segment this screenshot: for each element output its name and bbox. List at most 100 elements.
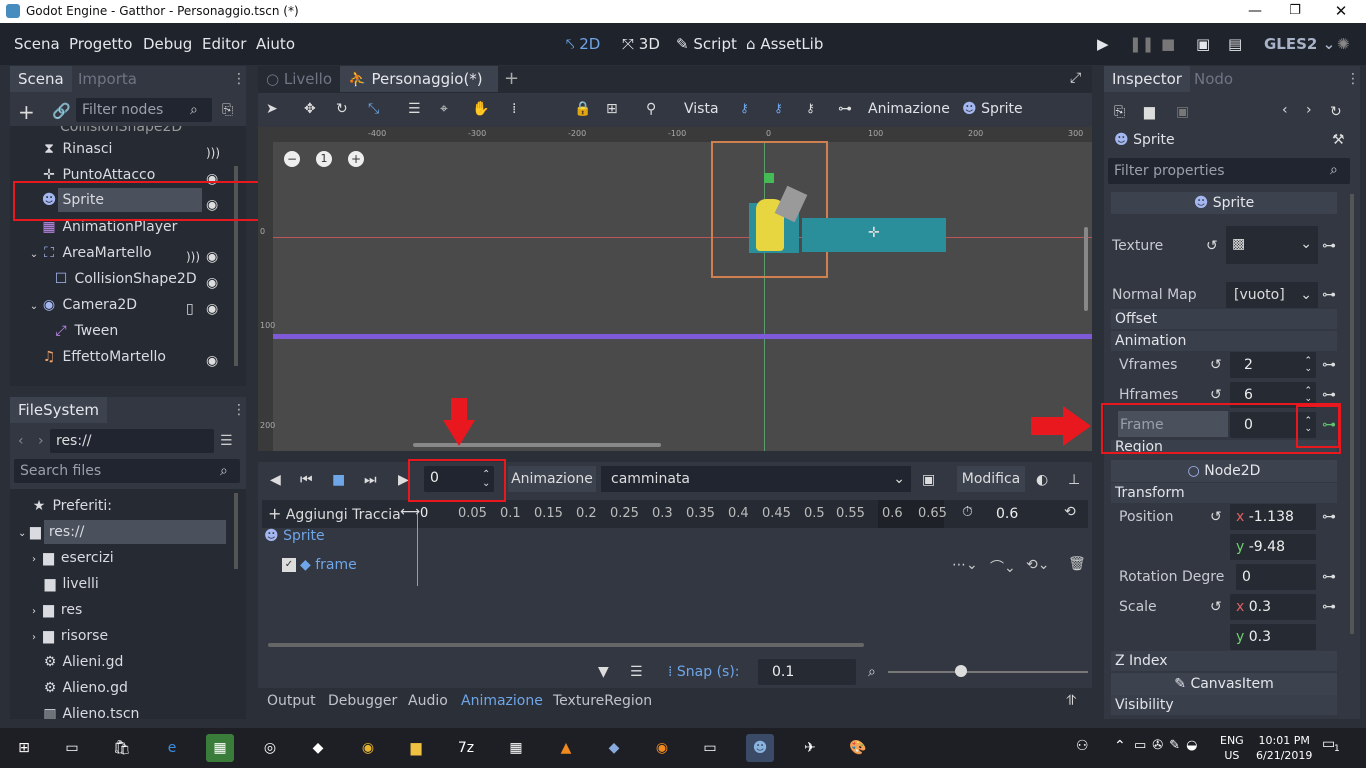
vlc-icon[interactable]: ▲ xyxy=(552,734,580,762)
key-scl-icon[interactable]: ⚷ xyxy=(806,101,815,115)
filter-properties-input[interactable]: Filter properties xyxy=(1108,158,1350,184)
inspector-scrollbar[interactable] xyxy=(1350,194,1354,634)
history-back-icon[interactable]: ‹ xyxy=(1282,102,1288,118)
snap-input[interactable]: 0.1 xyxy=(758,659,856,685)
animation-select[interactable]: camminata ⌄ xyxy=(601,466,911,492)
menu-debug[interactable]: Debug xyxy=(143,35,192,53)
key-icon[interactable]: ⊶ xyxy=(1322,599,1336,615)
offset-section[interactable]: Offset xyxy=(1111,309,1337,329)
edge-icon[interactable]: e xyxy=(158,734,186,762)
file-alieni-gd[interactable]: ⚙ Alieni.gd xyxy=(42,649,124,675)
key-icon[interactable]: ⊶ xyxy=(1322,569,1336,585)
app-icon[interactable]: ◉ xyxy=(648,734,676,762)
file-alieno-gd[interactable]: ⚙ Alieno.gd xyxy=(42,675,128,701)
tree-item-tween[interactable]: ⤢ Tween xyxy=(52,318,118,344)
normal-map-select[interactable]: [vuoto] ⌄ xyxy=(1226,282,1318,308)
play-start-icon[interactable]: ⏭ xyxy=(364,472,377,488)
revert-icon[interactable]: ↺ xyxy=(1206,238,1218,254)
open-folder-icon[interactable]: ▆ xyxy=(1144,104,1155,120)
split-view-icon[interactable]: ☰ xyxy=(220,433,233,449)
workspace-2d-button[interactable]: ⤣ 2D xyxy=(566,35,600,53)
tab-nodo[interactable]: Nodo xyxy=(1186,66,1241,92)
clock[interactable]: 10:01 PM 6/21/2019 xyxy=(1256,733,1312,763)
tree-item-effettomartello[interactable]: ♫ EffettoMartello xyxy=(40,344,166,370)
spinner-arrows-icon[interactable]: ⌃ ⌄ xyxy=(1304,357,1312,374)
workspace-assetlib-button[interactable]: ⌂ AssetLib xyxy=(746,35,823,53)
folder-res[interactable]: › ▆ res xyxy=(32,597,82,623)
explorer-icon[interactable]: ▆ xyxy=(402,734,430,762)
tree-item-collisionshape2d[interactable]: ☐ CollisionShape2D xyxy=(52,266,197,292)
add-node-icon[interactable]: + xyxy=(18,100,35,124)
store-icon[interactable]: 🛍 xyxy=(108,734,136,762)
zoom-in-icon[interactable]: + xyxy=(348,151,364,167)
key-icon[interactable]: ⊶ xyxy=(1322,287,1336,303)
inspected-object[interactable]: ☻ Sprite xyxy=(1114,132,1175,148)
save-icon[interactable]: ▣ xyxy=(1176,104,1189,120)
list-icon[interactable]: ☰ xyxy=(630,664,643,680)
history-icon[interactable]: ↻ xyxy=(1330,104,1342,120)
folder-esercizi[interactable]: › ▆ esercizi xyxy=(32,545,114,571)
tab-inspector[interactable]: Inspector xyxy=(1104,66,1190,92)
track-enabled-checkbox[interactable]: ✓ xyxy=(282,558,296,572)
asus-icon[interactable]: ◎ xyxy=(256,734,284,762)
loop-icon[interactable]: ⟲ xyxy=(1064,504,1076,520)
vframes-input[interactable]: 2 ⌃ ⌄ xyxy=(1230,352,1316,378)
keyboard-lang[interactable]: ENG US xyxy=(1220,733,1244,763)
collapse-bottom-icon[interactable]: ⥣ xyxy=(1066,693,1076,709)
bottom-tab-debugger[interactable]: Debugger xyxy=(328,693,397,709)
app-icon[interactable]: ◆ xyxy=(600,734,628,762)
new-resource-icon[interactable]: ⎘ xyxy=(1114,104,1125,120)
pause-icon[interactable]: ❚❚ xyxy=(1129,35,1154,53)
play-scene-icon[interactable]: ▣ xyxy=(1196,35,1210,53)
7zip-icon[interactable]: 7z xyxy=(452,734,480,762)
key-rot-icon[interactable]: ⚷ xyxy=(774,101,783,115)
tree-item-camera2d[interactable]: ⌄ ◉ Camera2D xyxy=(28,292,137,318)
timeline-h-scrollbar[interactable] xyxy=(268,643,864,647)
close-button[interactable]: ✕ xyxy=(1326,0,1356,22)
onion-skin-icon[interactable]: ◐ xyxy=(1036,472,1048,488)
insert-key-icon[interactable]: ⊶ xyxy=(838,101,852,117)
menu-aiuto[interactable]: Aiuto xyxy=(256,35,295,53)
filter-icon[interactable]: ▼ xyxy=(598,664,609,680)
texture-preview[interactable]: ▩ ⌄ xyxy=(1226,226,1318,264)
tab-personaggio[interactable]: ⛹ Personaggio(*) ✕ xyxy=(340,66,498,114)
zoom-out-icon[interactable]: − xyxy=(284,151,300,167)
bottom-tab-audio[interactable]: Audio xyxy=(408,693,448,709)
snap-icon[interactable]: ⁞ xyxy=(512,101,516,117)
update-mode-icon[interactable]: ⋯⌄ xyxy=(952,557,978,573)
edit-menu-button[interactable]: Modifica xyxy=(957,466,1025,492)
pin-icon[interactable]: ⊥ xyxy=(1068,472,1080,488)
scale-x-input[interactable]: x 0.3 xyxy=(1230,594,1316,620)
interpolation-icon[interactable]: ⌒⌄ xyxy=(990,557,1016,577)
pivot-tool-icon[interactable]: ⌖ xyxy=(440,101,448,117)
history-forward-icon[interactable]: › xyxy=(1306,102,1312,118)
tab-scena[interactable]: Scena xyxy=(10,66,72,92)
track-group-header[interactable]: ☻ Sprite xyxy=(264,528,1088,548)
restore-button[interactable]: ❐ xyxy=(1280,0,1310,22)
lock-icon[interactable]: 🔒 xyxy=(574,101,591,117)
task-view-icon[interactable]: ▭ xyxy=(58,734,86,762)
search-files-input[interactable]: Search files xyxy=(14,459,240,483)
calculator-icon[interactable]: ▦ xyxy=(502,734,530,762)
object-tools-icon[interactable]: ⚒ xyxy=(1332,132,1345,148)
menu-scena[interactable]: Scena xyxy=(14,35,60,53)
collapse-arrow-icon[interactable]: ⌄ xyxy=(28,302,40,312)
dock-menu-icon[interactable]: ⋮ xyxy=(232,71,246,87)
stop-icon[interactable]: ■ xyxy=(1161,35,1175,53)
tray-icons[interactable]: ▭✇✎◒ xyxy=(1134,738,1203,753)
back-icon[interactable]: ‹ xyxy=(18,433,24,449)
menu-progetto[interactable]: Progetto xyxy=(69,35,133,53)
rotation-input[interactable]: 0 xyxy=(1236,564,1316,590)
play-custom-icon[interactable]: ▤ xyxy=(1228,35,1242,53)
renderer-select[interactable]: GLES2 ⌄ xyxy=(1264,35,1335,53)
forward-icon[interactable]: › xyxy=(38,433,44,449)
timeline-ruler[interactable]: 0 0.05 0.1 0.15 0.2 0.25 0.3 0.35 0.4 0.… xyxy=(416,500,947,528)
revert-icon[interactable]: ↺ xyxy=(1210,387,1222,403)
anim-length-input[interactable]: 0.6 xyxy=(990,502,1054,526)
tab-livello[interactable]: ○ Livello xyxy=(258,66,340,92)
windows-start-icon[interactable]: ⊞ xyxy=(10,734,38,762)
key-icon[interactable]: ⊶ xyxy=(1322,357,1336,373)
dock-menu-icon[interactable]: ⋮ xyxy=(232,402,246,418)
app-icon[interactable]: ▦ xyxy=(206,734,234,762)
bottom-tab-animazione[interactable]: Animazione xyxy=(461,693,543,709)
